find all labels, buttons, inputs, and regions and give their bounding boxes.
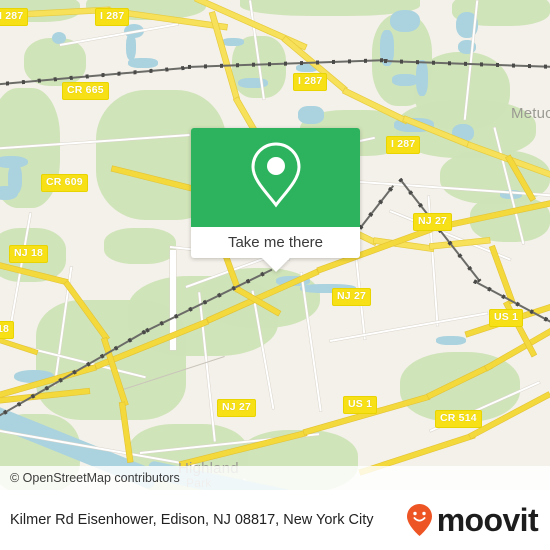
map-water-body [238,78,268,88]
highway-shield-i287: I 287 [386,136,421,154]
place-label-metuchen: Metuc [511,105,550,122]
callout-action-bar[interactable]: Take me there [191,227,360,258]
map-water-body [128,58,158,68]
address-text: Kilmer Rd Eisenhower, Edison, NJ 08817, … [10,512,374,528]
map-water-body [392,74,418,86]
location-pin-icon [247,140,305,215]
moovit-pin-icon [406,504,432,536]
highway-shield-i287: I 287 [293,73,328,91]
highway-shield-i287: I 287 [95,8,130,26]
highway-shield-i287: I 287 [0,8,29,26]
callout-marker-panel [191,128,360,227]
map-water-body [436,336,466,345]
highway-shield-cr665: CR 665 [62,82,109,100]
moovit-wordmark: moovit [436,502,539,538]
highway-shield-nj18: NJ 18 [9,245,49,263]
map-water-body [126,34,136,60]
map-water-body [222,38,244,46]
highway-shield-nj27: NJ 27 [217,399,257,417]
map-attribution-bar: © OpenStreetMap contributors [0,466,550,490]
highway-shield-us1: US 1 [343,396,378,414]
map-screenshot: Metuc Highland Park I 287 I 287 CR 665 I… [0,0,550,550]
map-water-body [298,106,324,124]
highway-shield-nj18-clipped: 18 [0,321,15,339]
map-park-area [104,228,176,264]
map-canvas[interactable]: Metuc Highland Park I 287 I 287 CR 665 I… [0,0,550,490]
osm-attribution-text[interactable]: © OpenStreetMap contributors [0,471,180,485]
map-water-body [390,10,420,32]
moovit-logo[interactable]: moovit [406,502,550,538]
highway-shield-us1: US 1 [489,309,524,327]
location-callout-card[interactable]: Take me there [191,128,360,272]
highway-shield-cr514: CR 514 [435,410,482,428]
highway-shield-cr609: CR 609 [41,174,88,192]
highway-shield-nj27: NJ 27 [332,288,372,306]
footer-bar: Kilmer Rd Eisenhower, Edison, NJ 08817, … [0,490,550,550]
callout-pointer-tail [261,258,290,272]
take-me-there-label: Take me there [227,234,324,251]
highway-shield-nj27: NJ 27 [413,213,453,231]
